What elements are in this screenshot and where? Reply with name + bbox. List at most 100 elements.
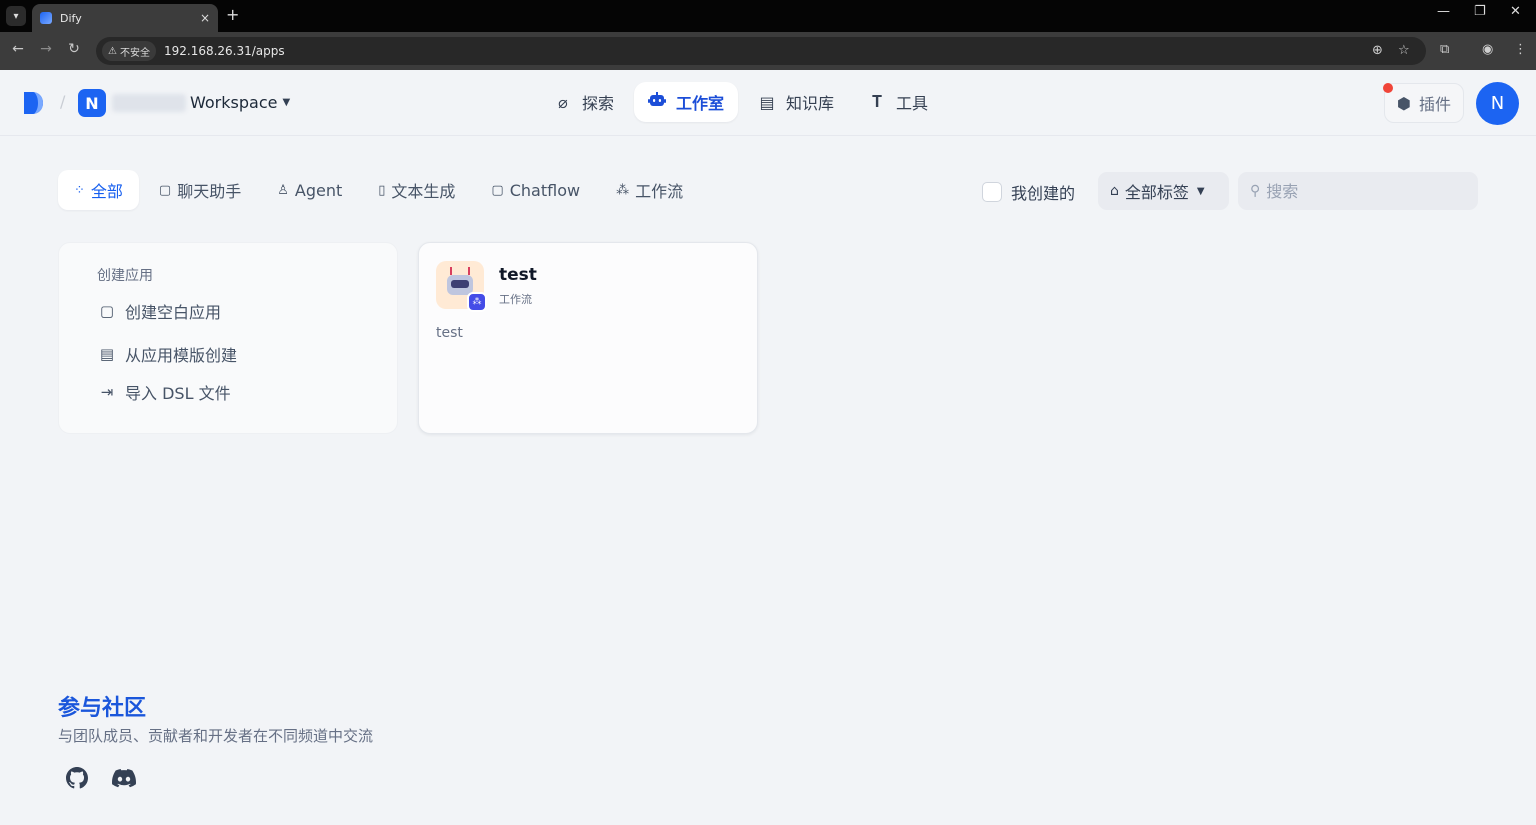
chevron-down-icon: ▼ xyxy=(1196,185,1205,197)
tab-search-button[interactable]: ▾ xyxy=(6,6,26,26)
filter-label: Chatflow xyxy=(509,180,581,200)
nav-explore[interactable]: ⌀ 探索 xyxy=(540,82,628,122)
tag-filter-label: 全部标签 xyxy=(1124,183,1189,202)
create-blank-app-button[interactable]: ▢ 创建空白应用 xyxy=(97,299,359,323)
workflow-icon: ⁂ xyxy=(616,182,630,198)
plugins-label: 插件 xyxy=(1418,95,1451,114)
extensions-icon[interactable]: ⧉ xyxy=(1440,42,1449,57)
nav-label: 工作室 xyxy=(676,94,725,113)
community-subtitle: 与团队成员、贡献者和开发者在不同频道中交流 xyxy=(58,727,374,745)
browser-tab-bar: ▾ Dify × + — ❐ ✕ xyxy=(0,0,1536,32)
workspace-avatar[interactable]: N xyxy=(78,89,106,117)
breadcrumb-separator: / xyxy=(60,92,66,111)
bookmark-star-icon[interactable]: ☆ xyxy=(1398,43,1410,58)
main-nav: ⌀ 探索 工作室 ▤ 知识库 𝐓 工具 xyxy=(540,82,948,122)
dify-favicon-icon xyxy=(40,12,52,24)
url-text[interactable]: 192.168.26.31/apps xyxy=(164,44,285,58)
profile-icon[interactable]: ◉ xyxy=(1482,42,1493,57)
nav-label: 知识库 xyxy=(786,94,835,113)
insecure-label: 不安全 xyxy=(119,47,150,59)
template-icon: ▤ xyxy=(99,345,115,363)
explore-icon: ⌀ xyxy=(558,92,568,112)
filter-agent[interactable]: ♙ Agent xyxy=(261,170,358,210)
robot-icon xyxy=(648,92,667,112)
workspace-switcher[interactable]: Workspace ▼ xyxy=(190,93,290,112)
tools-icon: 𝐓 xyxy=(871,92,883,111)
insecure-badge[interactable]: ⚠ 不安全 xyxy=(102,41,156,61)
app-header: / N Workspace ▼ ⌀ 探索 工作室 ▤ 知识库 𝐓 工具 ⬢ 插件… xyxy=(0,70,1536,136)
filter-label: 文本生成 xyxy=(391,182,456,201)
chevron-down-icon: ▼ xyxy=(282,97,291,108)
back-icon[interactable]: ← xyxy=(8,41,28,57)
new-tab-button[interactable]: + xyxy=(226,6,239,24)
browser-tab[interactable]: Dify × xyxy=(32,4,218,32)
restore-icon[interactable]: ❐ xyxy=(1474,4,1486,19)
search-icon: ⚲ xyxy=(1250,183,1261,199)
workspace-name: Workspace xyxy=(190,93,278,112)
app-type-filters: ⁘ 全部 ▢ 聊天助手 ♙ Agent ▯ 文本生成 ▢ Chatflow ⁂ … xyxy=(58,170,703,210)
filter-label: Agent xyxy=(294,180,343,200)
nav-studio[interactable]: 工作室 xyxy=(634,82,739,122)
filter-all[interactable]: ⁘ 全部 xyxy=(58,170,139,210)
import-icon: ⇥ xyxy=(100,383,114,401)
filter-chat-assistant[interactable]: ▢ 聊天助手 xyxy=(143,170,257,210)
robot-icon: ⁂ xyxy=(436,261,487,312)
nav-knowledge[interactable]: ▤ 知识库 xyxy=(744,82,848,122)
filter-workflow[interactable]: ⁂ 工作流 xyxy=(600,170,699,210)
cube-icon: ⬢ xyxy=(1397,93,1411,113)
document-icon: ▯ xyxy=(378,182,386,198)
filter-text-generation[interactable]: ▯ 文本生成 xyxy=(362,170,471,210)
app-description: test xyxy=(436,325,463,341)
nav-label: 工具 xyxy=(896,94,929,113)
forward-icon[interactable]: → xyxy=(36,41,56,57)
created-by-me-checkbox[interactable] xyxy=(982,182,1002,202)
blank-file-icon: ▢ xyxy=(99,302,115,320)
discord-icon[interactable] xyxy=(112,766,136,790)
minimize-icon[interactable]: — xyxy=(1437,4,1450,19)
github-icon[interactable] xyxy=(65,766,89,790)
filter-label: 工作流 xyxy=(635,182,684,201)
filter-label: 聊天助手 xyxy=(177,182,242,201)
user-avatar[interactable]: N xyxy=(1476,82,1519,125)
chatflow-icon: ▢ xyxy=(491,182,504,198)
app-name: test xyxy=(499,265,537,285)
warning-icon: ⚠ xyxy=(108,45,117,57)
notification-dot xyxy=(1383,83,1393,93)
agent-icon: ♙ xyxy=(277,182,289,198)
filter-chatflow[interactable]: ▢ Chatflow xyxy=(475,170,596,210)
knowledge-icon: ▤ xyxy=(759,92,775,112)
tag-icon: ⌂ xyxy=(1110,183,1119,199)
redacted-workspace-owner xyxy=(112,94,186,112)
create-item-label: 创建空白应用 xyxy=(125,303,222,322)
created-by-me-toggle[interactable]: 我创建的 xyxy=(982,180,1075,204)
filter-label: 全部 xyxy=(90,182,123,201)
create-item-label: 导入 DSL 文件 xyxy=(125,384,231,403)
app-card[interactable]: ⁂ test 工作流 test xyxy=(418,242,758,434)
reload-icon[interactable]: ↻ xyxy=(64,41,84,57)
plugins-button[interactable]: ⬢ 插件 xyxy=(1384,83,1464,123)
grid-icon: ⁘ xyxy=(74,182,85,198)
tag-filter-dropdown[interactable]: ⌂ 全部标签 ▼ xyxy=(1098,172,1229,210)
community-title: 参与社区 xyxy=(58,696,147,721)
create-from-template-button[interactable]: ▤ 从应用模版创建 xyxy=(97,342,359,366)
tab-close-icon[interactable]: × xyxy=(200,11,210,25)
workflow-badge-icon: ⁂ xyxy=(467,292,487,312)
created-by-me-label: 我创建的 xyxy=(1011,184,1076,203)
zoom-icon[interactable]: ⊕ xyxy=(1372,43,1383,58)
search-input[interactable] xyxy=(1266,181,1457,201)
create-app-card: 创建应用 ▢ 创建空白应用 ▤ 从应用模版创建 ⇥ 导入 DSL 文件 xyxy=(58,242,398,434)
nav-label: 探索 xyxy=(582,94,615,113)
chat-icon: ▢ xyxy=(158,182,172,198)
omnibox[interactable]: ⚠ 不安全 192.168.26.31/apps ⊕ ☆ xyxy=(96,37,1426,65)
create-item-label: 从应用模版创建 xyxy=(125,346,238,365)
close-icon[interactable]: ✕ xyxy=(1510,4,1521,19)
search-box[interactable]: ⚲ xyxy=(1238,172,1478,210)
app-type: 工作流 xyxy=(499,293,532,306)
dify-logo-icon[interactable] xyxy=(22,90,44,116)
browser-address-bar: ← → ↻ ⚠ 不安全 192.168.26.31/apps ⊕ ☆ ⧉ ◉ ⋮ xyxy=(0,32,1536,70)
create-app-title: 创建应用 xyxy=(97,268,153,284)
import-dsl-button[interactable]: ⇥ 导入 DSL 文件 xyxy=(97,380,359,404)
tab-title: Dify xyxy=(60,11,82,25)
nav-tools[interactable]: 𝐓 工具 xyxy=(854,82,942,122)
browser-menu-icon[interactable]: ⋮ xyxy=(1514,42,1527,57)
